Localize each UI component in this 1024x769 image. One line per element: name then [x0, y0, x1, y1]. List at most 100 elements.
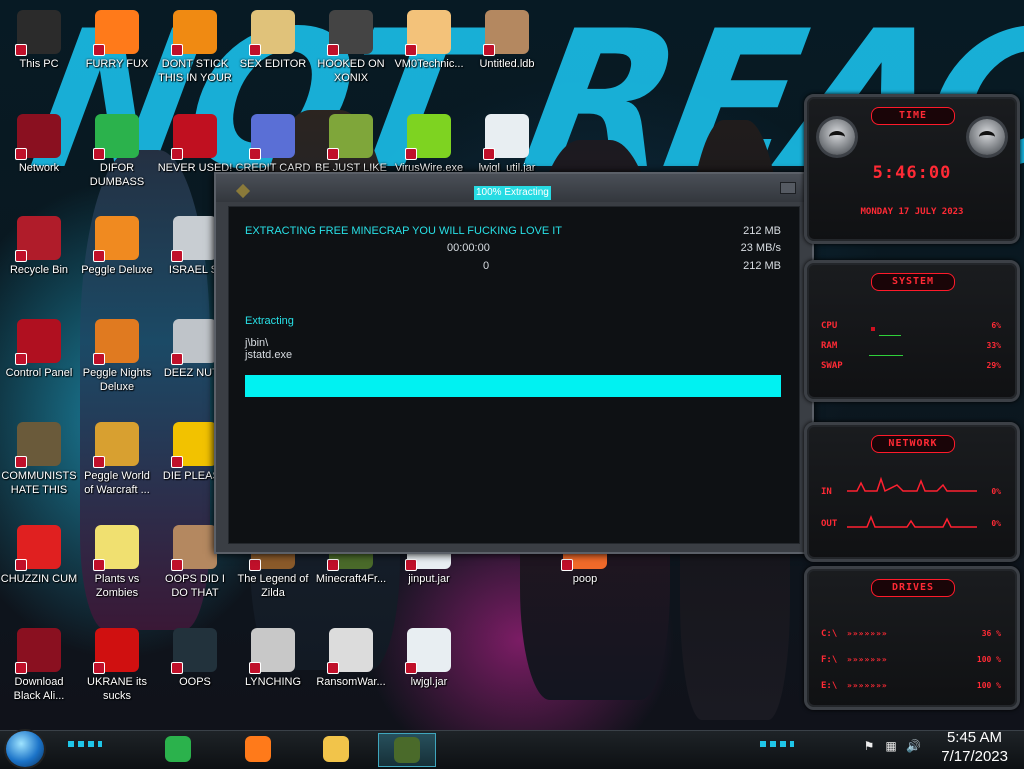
desktop-icon[interactable]: This PC	[0, 6, 78, 71]
desktop-icon[interactable]: VirusWire.exe	[390, 110, 468, 175]
network-row-value: 0%	[991, 487, 1001, 496]
desktop-icon-label: Peggle Nights Deluxe	[82, 367, 152, 393]
start-button[interactable]	[6, 731, 44, 767]
system-monitor-gadget[interactable]: TIME 5:46:00 MONDAY 17 JULY 2023 SYSTEM …	[794, 92, 1024, 726]
desktop-icon[interactable]: DIFOR DUMBASS	[78, 110, 156, 189]
chuzzle-icon	[15, 525, 61, 571]
desktop-icon-label: RansomWar...	[316, 676, 386, 688]
shortcut-badge-icon	[405, 559, 417, 571]
alien-skull-icon	[15, 114, 61, 160]
taskbar-button-minecraft-installer[interactable]	[378, 733, 436, 767]
shortcut-badge-icon	[405, 148, 417, 160]
portrait-icon	[171, 525, 217, 571]
taskbar-button-feedly[interactable]	[150, 733, 206, 765]
volume-icon[interactable]: 🔊	[906, 739, 921, 753]
desktop-icon-label: poop	[572, 573, 598, 585]
peggle-icon	[93, 422, 139, 468]
firefox-icon	[245, 736, 271, 762]
money-bag-icon	[15, 422, 61, 468]
desktop-icon-label: Peggle World of Warcraft ...	[84, 470, 150, 496]
desktop-icon[interactable]: FURRY FUX	[78, 6, 156, 71]
shortcut-badge-icon	[93, 250, 105, 262]
shortcut-badge-icon	[327, 662, 339, 674]
drive-usage-arrows: »»»»»»»	[847, 629, 888, 638]
drive-usage-arrows: »»»»»»»	[847, 681, 888, 690]
desktop-icon[interactable]: CREDIT CARD	[234, 110, 312, 175]
desktop-icon-label: COMMUNISTS HATE THIS GAME	[1, 470, 77, 496]
desktop-icon[interactable]: Control Panel	[0, 315, 78, 380]
desktop-icon[interactable]: COMMUNISTS HATE THIS GAME	[0, 418, 78, 497]
feedly-icon	[165, 736, 191, 762]
desktop-icon[interactable]: OOPS	[156, 624, 234, 689]
desktop-icon-label: SEX EDITOR	[239, 58, 307, 70]
shortcut-badge-icon	[93, 353, 105, 365]
network-panel: NETWORK IN 0% OUT 0%	[804, 422, 1020, 562]
desktop-icon-label: OOPS	[179, 676, 211, 688]
desktop-icon-label: LYNCHING	[244, 676, 302, 688]
desktop-icon[interactable]: CHUZZIN CUM	[0, 521, 78, 586]
desktop-icon-label: FURRY FUX	[85, 58, 149, 70]
drives-row-label: E:\	[821, 681, 838, 691]
desktop-icon[interactable]: Plants vs Zombies	[78, 521, 156, 600]
alien-head-icon	[819, 119, 855, 155]
network-row-label: IN	[821, 487, 832, 497]
taskbar: ⚑ ▦ 🔊 5:45 AM 7/17/2023	[0, 729, 1024, 769]
desktop-icon[interactable]: Network	[0, 110, 78, 175]
alien-head-icon	[969, 119, 1005, 155]
de-icon	[171, 422, 217, 468]
desktop-icon-label: The Legend of Zilda	[237, 573, 309, 599]
window-stack-icon	[171, 319, 217, 365]
drives-row-value: 36 %	[981, 629, 1001, 638]
desktop-icon[interactable]: BE JUST LIKE	[312, 110, 390, 175]
system-row-value: 6%	[991, 321, 1001, 330]
minecraft-icon	[394, 737, 420, 763]
desktop-icon-label: Network	[18, 162, 60, 174]
desktop-icon[interactable]: Untitled.ldb	[468, 6, 546, 71]
network-status-icon[interactable]: ▦	[884, 739, 898, 753]
gnome-icon	[327, 114, 373, 160]
desktop-icon-label: DIFOR DUMBASS	[89, 162, 145, 188]
taskbar-clock-time[interactable]: 5:45 AM	[947, 729, 1002, 746]
alien-skull-icon	[15, 628, 61, 674]
action-center-flag-icon[interactable]: ⚑	[862, 739, 876, 753]
taskbar-button-firefox[interactable]	[230, 733, 286, 765]
window-titlebar[interactable]: 100% Extracting	[216, 174, 812, 202]
desktop-icon[interactable]: LYNCHING	[234, 624, 312, 689]
desktop-icon[interactable]: Download Black Ali...	[0, 624, 78, 703]
taskbar-decoration	[760, 741, 794, 747]
desktop-icon[interactable]: lwjgl_util.jar	[468, 110, 546, 175]
window-title: 100% Extracting	[474, 186, 551, 200]
transfer-speed: 23 MB/s	[740, 242, 781, 254]
shortcut-badge-icon	[93, 662, 105, 674]
desktop-icon-label: Download Black Ali...	[13, 676, 65, 702]
desktop-icon[interactable]: RansomWar...	[312, 624, 390, 689]
desktop-icon[interactable]: HOOKED ON XONIX	[312, 6, 390, 85]
desktop-icon-label: Control Panel	[5, 367, 73, 379]
system-tray: ⚑ ▦ 🔊 5:45 AM 7/17/2023	[814, 729, 1024, 769]
desktop-icon[interactable]: VM0Technic...	[390, 6, 468, 71]
desktop-icon[interactable]: NEVER USED!	[156, 110, 234, 175]
desktop-icon[interactable]: Recycle Bin	[0, 212, 78, 277]
lime-icon	[405, 114, 451, 160]
taskbar-clock-date[interactable]: 7/17/2023	[941, 748, 1008, 765]
extraction-progress-bar	[245, 375, 781, 397]
desktop-icon[interactable]: Peggle World of Warcraft ...	[78, 418, 156, 497]
credit-card-icon	[249, 114, 295, 160]
shortcut-badge-icon	[327, 148, 339, 160]
shortcut-badge-icon	[15, 353, 27, 365]
drive-usage-arrows: »»»»»»»	[847, 655, 888, 664]
flower-icon	[93, 525, 139, 571]
desktop-icon[interactable]: lwjgl.jar	[390, 624, 468, 689]
desktop-icon-label: Untitled.ldb	[479, 58, 535, 70]
desktop-icon[interactable]: SEX EDITOR	[234, 6, 312, 71]
desktop-icon[interactable]: Peggle Nights Deluxe	[78, 315, 156, 394]
taskbar-button-file-explorer[interactable]	[308, 733, 364, 765]
extractor-window[interactable]: 100% Extracting EXTRACTING FREE MINECRAP…	[214, 172, 814, 554]
desktop-icon[interactable]: UKRANE its sucks	[78, 624, 156, 703]
shortcut-badge-icon	[327, 559, 339, 571]
desktop-icon[interactable]: Peggle Deluxe	[78, 212, 156, 277]
desktop-icon[interactable]: DONT STICK THIS IN YOUR ASS	[156, 6, 234, 85]
app-icon	[235, 183, 251, 199]
portrait-icon	[483, 10, 529, 56]
radiation-icon	[93, 628, 139, 674]
